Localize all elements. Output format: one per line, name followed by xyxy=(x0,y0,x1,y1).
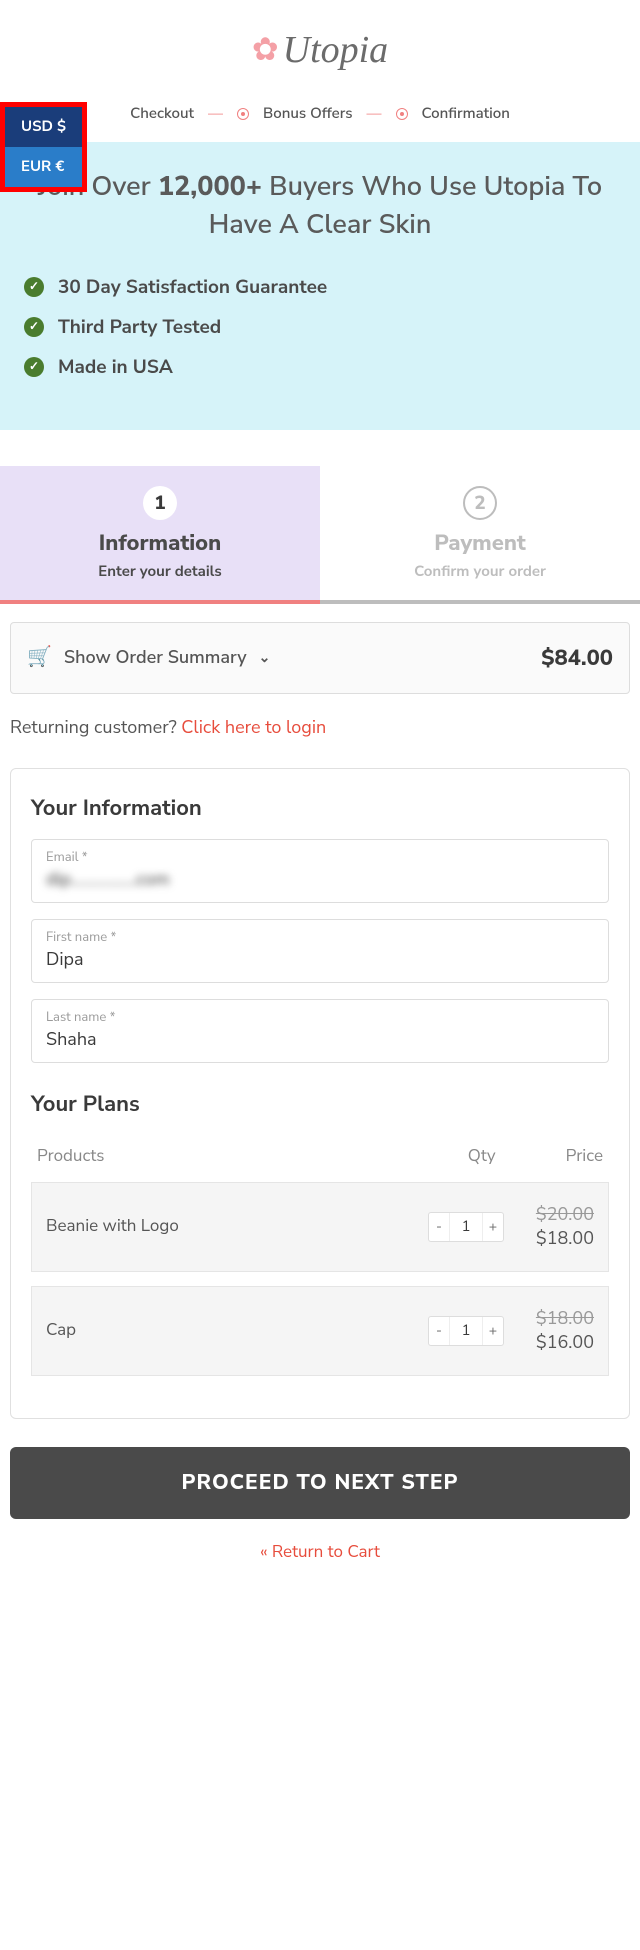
check-label: 30 Day Satisfaction Guarantee xyxy=(58,274,327,300)
quantity-stepper[interactable]: - 1 + xyxy=(428,1316,504,1346)
plans-header: Products Qty Price xyxy=(31,1135,609,1182)
plan-row: Beanie with Logo - 1 + $20.00 $18.00 xyxy=(31,1182,609,1272)
chevron-down-icon: ⌄ xyxy=(259,648,271,667)
hero-post: Buyers Who Use Utopia To Have A Clear Sk… xyxy=(209,168,603,243)
check-label: Third Party Tested xyxy=(58,314,221,340)
returning-customer: Returning customer? Click here to login xyxy=(0,694,640,740)
qty-decrease-button[interactable]: - xyxy=(429,1317,449,1345)
firstname-label: First name * xyxy=(46,928,594,946)
checkout-steps: 1 Information Enter your details 2 Payme… xyxy=(0,466,640,600)
col-qty: Qty xyxy=(468,1145,496,1168)
price-old: $20.00 xyxy=(504,1203,594,1227)
plans-section: Your Plans Products Qty Price Beanie wit… xyxy=(31,1089,609,1376)
plan-price: $18.00 $16.00 xyxy=(504,1307,594,1355)
hero-title: Join Over 12,000+ Buyers Who Use Utopia … xyxy=(20,168,620,244)
step-bar-active xyxy=(0,600,320,604)
summary-left: 🛒 Show Order Summary ⌄ xyxy=(27,644,270,671)
returning-text: Returning customer? xyxy=(10,716,181,740)
check-icon: ✓ xyxy=(24,317,44,337)
form-card: Your Information Email * First name * La… xyxy=(10,768,630,1419)
section-title-plans: Your Plans xyxy=(31,1089,609,1119)
price-old: $18.00 xyxy=(504,1307,594,1331)
step-information[interactable]: 1 Information Enter your details xyxy=(0,466,320,600)
hero-checks: ✓ 30 Day Satisfaction Guarantee ✓ Third Pa… xyxy=(20,274,620,380)
step-bar-inactive xyxy=(320,600,640,604)
plan-name: Cap xyxy=(46,1319,428,1342)
lastname-field-wrapper[interactable]: Last name * xyxy=(31,999,609,1063)
hero: Join Over 12,000+ Buyers Who Use Utopia … xyxy=(0,142,640,430)
cart-icon: 🛒 xyxy=(27,644,52,671)
breadcrumb-dot-icon xyxy=(396,108,408,120)
currency-switcher[interactable]: USD $ EUR € xyxy=(0,102,87,192)
qty-value: 1 xyxy=(449,1213,483,1241)
email-field-wrapper[interactable]: Email * xyxy=(31,839,609,903)
step-number: 2 xyxy=(463,486,497,520)
lastname-field[interactable] xyxy=(46,1028,594,1052)
step-progress-bar xyxy=(0,600,640,604)
check-label: Made in USA xyxy=(58,354,173,380)
step-subtitle: Enter your details xyxy=(0,562,320,582)
breadcrumb-bonus: Bonus Offers xyxy=(263,104,352,124)
email-field[interactable] xyxy=(46,868,594,892)
breadcrumb-dot-icon xyxy=(237,108,249,120)
firstname-field[interactable] xyxy=(46,948,594,972)
section-title-info: Your Information xyxy=(31,793,609,823)
qty-increase-button[interactable]: + xyxy=(483,1317,503,1345)
logo-text: Utopia xyxy=(283,28,389,72)
breadcrumb: Checkout — Bonus Offers — Confirmation xyxy=(0,92,640,142)
qty-increase-button[interactable]: + xyxy=(483,1213,503,1241)
breadcrumb-confirmation: Confirmation xyxy=(422,104,510,124)
header: ✿ Utopia xyxy=(0,0,640,92)
firstname-field-wrapper[interactable]: First name * xyxy=(31,919,609,983)
check-row: ✓ 30 Day Satisfaction Guarantee xyxy=(24,274,616,300)
qty-value: 1 xyxy=(449,1317,483,1345)
plan-name: Beanie with Logo xyxy=(46,1215,428,1238)
currency-option-eur[interactable]: EUR € xyxy=(5,147,82,187)
quantity-stepper[interactable]: - 1 + xyxy=(428,1212,504,1242)
email-label: Email * xyxy=(46,848,594,866)
login-link[interactable]: Click here to login xyxy=(181,716,326,740)
summary-label: Show Order Summary xyxy=(64,646,247,670)
step-payment[interactable]: 2 Payment Confirm your order xyxy=(320,466,640,600)
hero-count: 12,000+ xyxy=(158,168,262,205)
price-new: $16.00 xyxy=(504,1331,594,1355)
breadcrumb-checkout: Checkout xyxy=(130,104,194,124)
clover-icon: ✿ xyxy=(252,29,279,72)
breadcrumb-separator: — xyxy=(208,104,223,124)
check-icon: ✓ xyxy=(24,357,44,377)
plan-price: $20.00 $18.00 xyxy=(504,1203,594,1251)
check-row: ✓ Made in USA xyxy=(24,354,616,380)
currency-option-usd[interactable]: USD $ xyxy=(5,107,82,147)
step-title: Information xyxy=(0,528,320,558)
step-title: Payment xyxy=(320,528,640,558)
check-icon: ✓ xyxy=(24,277,44,297)
summary-total: $84.00 xyxy=(541,643,613,673)
qty-decrease-button[interactable]: - xyxy=(429,1213,449,1241)
step-subtitle: Confirm your order xyxy=(320,562,640,582)
breadcrumb-separator: — xyxy=(367,104,382,124)
plan-row: Cap - 1 + $18.00 $16.00 xyxy=(31,1286,609,1376)
col-products: Products xyxy=(37,1145,104,1168)
lastname-label: Last name * xyxy=(46,1008,594,1026)
return-to-cart-link[interactable]: « Return to Cart xyxy=(0,1519,640,1586)
price-new: $18.00 xyxy=(504,1227,594,1251)
step-number: 1 xyxy=(143,486,177,520)
col-price: Price xyxy=(566,1145,603,1168)
order-summary-toggle[interactable]: 🛒 Show Order Summary ⌄ $84.00 xyxy=(10,622,630,694)
proceed-button[interactable]: PROCEED TO NEXT STEP xyxy=(10,1447,630,1519)
check-row: ✓ Third Party Tested xyxy=(24,314,616,340)
